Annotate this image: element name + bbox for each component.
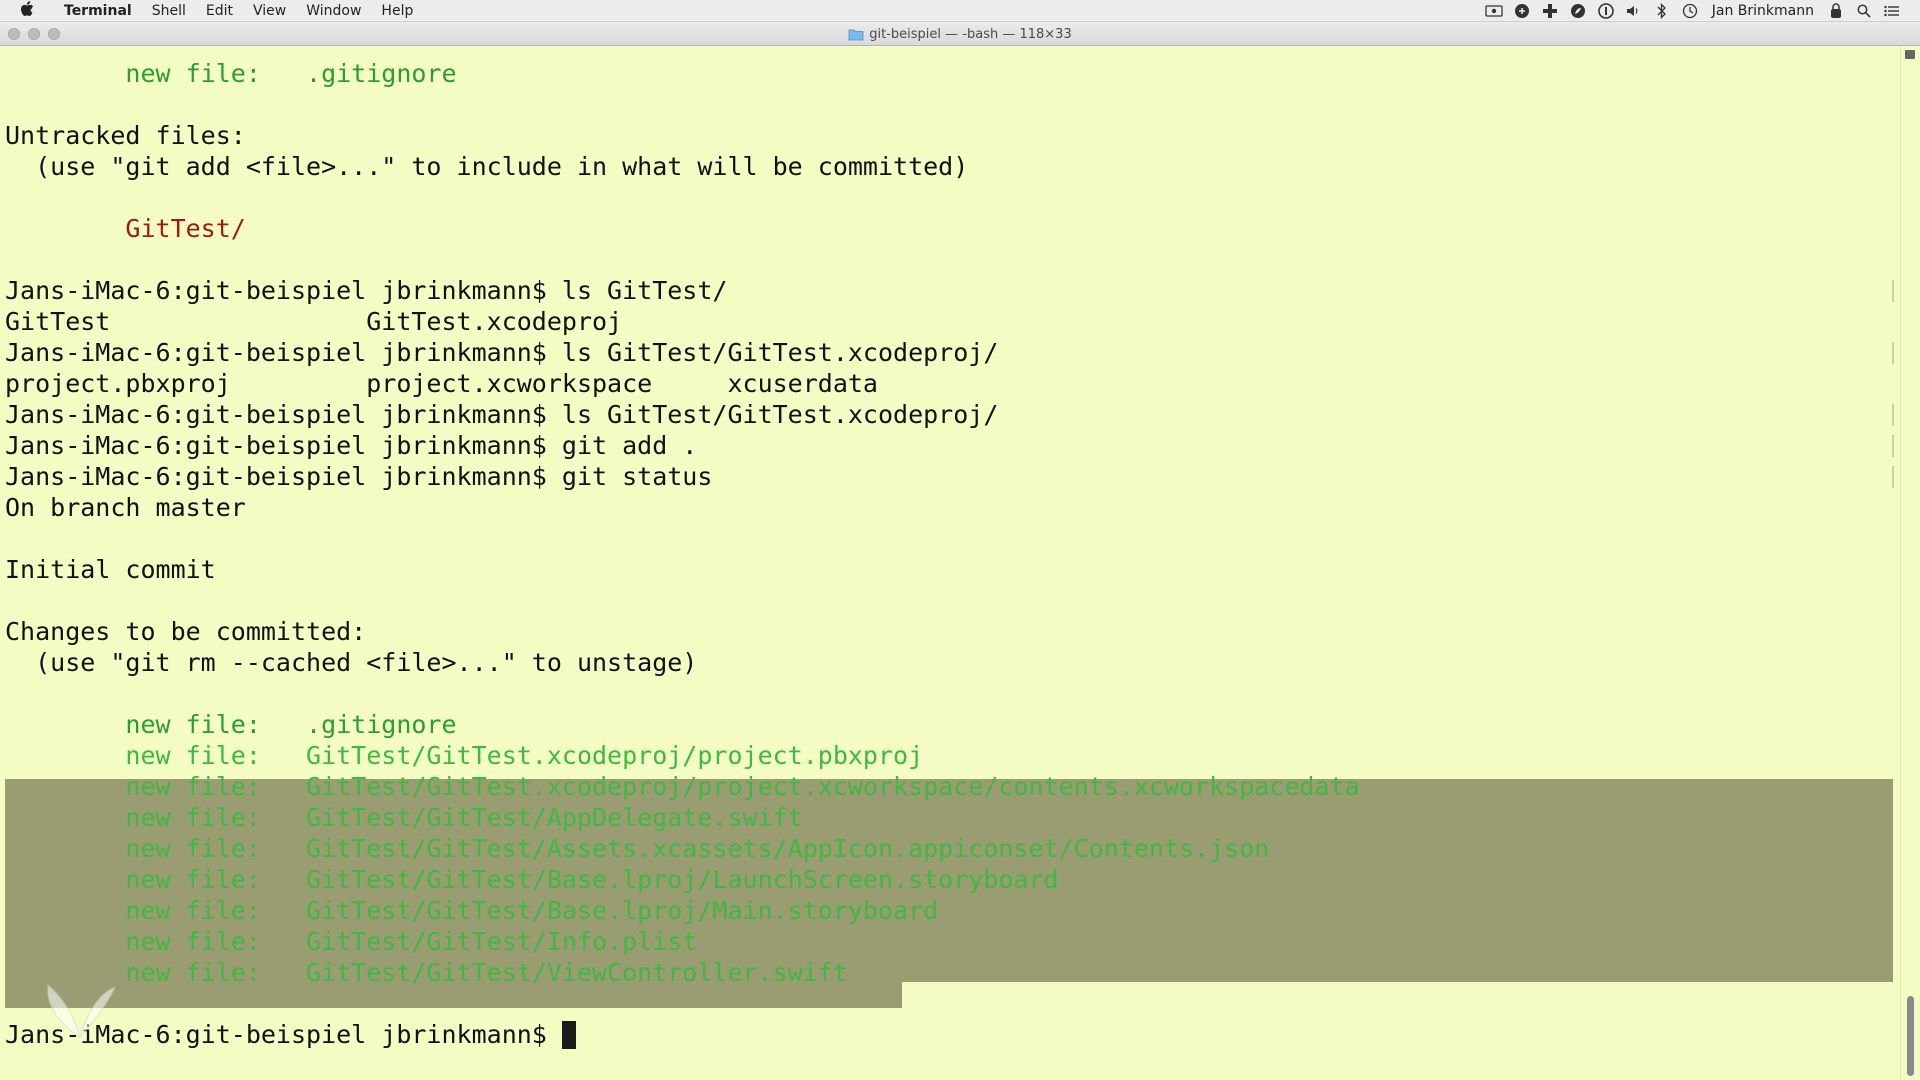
watermark-logo-icon [47,984,116,1039]
terminal-line: new file: GitTest/GitTest.xcodeproj/proj… [5,772,1360,801]
scroll-top-icon[interactable] [1905,50,1915,59]
terminal-line: new file: GitTest/GitTest/Info.plist [5,927,698,956]
window-titlebar[interactable]: git-beispiel — -bash — 118×33 [0,22,1920,46]
screen-record-icon[interactable] [1485,2,1503,20]
terminal-line: Jans-iMac-6:git-beispiel jbrinkmann$ ls … [5,338,999,367]
terminal-line: new file: .gitignore [5,710,457,739]
terminal-line: Changes to be committed: [5,617,367,646]
terminal-line: new file: GitTest/GitTest/Base.lproj/Mai… [5,896,939,925]
terminal-line: new file: GitTest/GitTest/AppDelegate.sw… [5,803,803,832]
folder-icon [848,28,864,41]
terminal-line: new file: .gitignore [5,59,457,88]
prompt-mark [1892,435,1894,457]
user-name[interactable]: Jan Brinkmann [1712,3,1814,19]
plus-status-icon[interactable] [1541,2,1559,20]
terminal-line: GitTest/ [5,214,246,243]
terminal-line: Jans-iMac-6:git-beispiel jbrinkmann$ ls … [5,400,999,429]
info-status-icon[interactable] [1597,2,1615,20]
bluetooth-icon[interactable] [1653,2,1671,20]
terminal-line: new file: GitTest/GitTest/Base.lproj/Lau… [5,865,1059,894]
menu-edit[interactable]: Edit [196,0,243,21]
terminal-line: GitTest GitTest.xcodeproj [5,307,623,336]
prompt-mark [1892,466,1894,488]
spotlight-search-icon[interactable] [1855,2,1873,20]
app-status-icon[interactable] [1513,2,1531,20]
keychain-icon[interactable] [1827,2,1845,20]
terminal-line: new file: GitTest/GitTest/Assets.xcasset… [5,834,1270,863]
vertical-scrollbar[interactable] [1900,46,1920,1080]
leaf-status-icon[interactable] [1569,2,1587,20]
menu-window[interactable]: Window [296,0,371,21]
terminal-output[interactable]: new file: .gitignore Untracked files: (us… [0,46,1900,1080]
terminal-line: Jans-iMac-6:git-beispiel jbrinkmann$ git… [5,462,713,491]
terminal-line: Jans-iMac-6:git-beispiel jbrinkmann$ ls … [5,276,728,305]
menu-shell[interactable]: Shell [142,0,196,21]
app-menu-terminal[interactable]: Terminal [54,0,142,21]
menu-bar: Terminal Shell Edit View Window Help Jan… [0,0,1920,22]
menu-view[interactable]: View [243,0,296,21]
time-machine-icon[interactable] [1681,2,1699,20]
terminal-line: Untracked files: [5,121,246,150]
volume-icon[interactable] [1625,2,1643,20]
terminal-line: new file: GitTest/GitTest.xcodeproj/proj… [5,741,924,770]
terminal-line: Jans-iMac-6:git-beispiel jbrinkmann$ git… [5,431,698,460]
terminal-window: git-beispiel — -bash — 118×33 new file: … [0,22,1920,1080]
terminal-line: new file: GitTest/GitTest/ViewController… [5,958,848,987]
text-cursor [561,1021,576,1049]
terminal-line: project.pbxproj project.xcworkspace xcus… [5,369,878,398]
apple-menu-icon[interactable] [0,0,54,21]
terminal-line: (use "git rm --cached <file>..." to unst… [5,648,698,677]
notification-center-icon[interactable] [1883,2,1901,20]
menu-help[interactable]: Help [371,0,423,21]
terminal-line: (use "git add <file>..." to include in w… [5,152,969,181]
window-title: git-beispiel — -bash — 118×33 [869,26,1072,42]
terminal-line: On branch master [5,493,246,522]
scroll-thumb[interactable] [1907,996,1914,1076]
prompt-mark [1892,404,1894,426]
terminal-line: Initial commit [5,555,216,584]
prompt-mark [1892,280,1894,302]
prompt-mark [1892,342,1894,364]
